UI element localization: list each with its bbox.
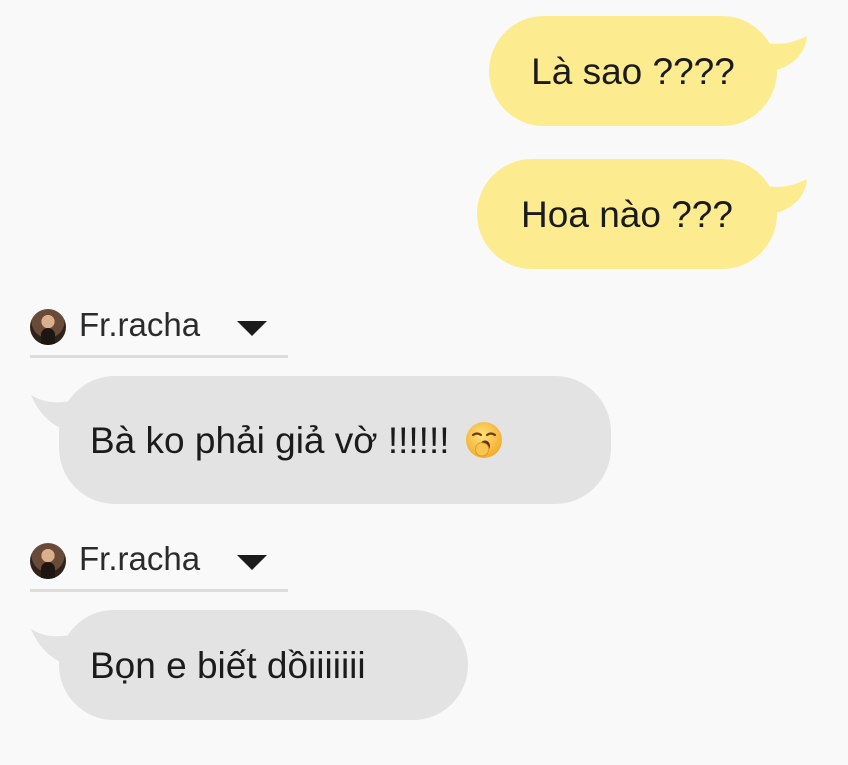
yawning-face-icon — [465, 422, 502, 458]
message-text: Bọn e biết dồiiiiiii — [90, 644, 366, 686]
avatar[interactable] — [30, 309, 66, 345]
message-text: Hoa nào ??? — [521, 193, 733, 235]
bubble-tail — [755, 36, 807, 72]
sender-name[interactable]: Fr.racha — [79, 542, 200, 575]
message-bubble-outgoing[interactable]: Hoa nào ??? — [477, 159, 777, 269]
message-bubble-incoming[interactable]: Bọn e biết dồiiiiiii — [59, 610, 468, 720]
sender-header[interactable]: Fr.racha — [30, 302, 288, 358]
message-text: Bà ko phải giả vờ !!!!!! — [90, 419, 450, 461]
sender-header[interactable]: Fr.racha — [30, 536, 288, 592]
message-bubble-incoming[interactable]: Bà ko phải giả vờ !!!!!! — [59, 376, 611, 504]
message-bubble-outgoing[interactable]: Là sao ???? — [489, 16, 777, 126]
bubble-tail — [755, 179, 807, 215]
avatar[interactable] — [30, 543, 66, 579]
message-text: Là sao ???? — [531, 50, 735, 92]
sender-name[interactable]: Fr.racha — [79, 308, 200, 341]
caret-down-icon[interactable] — [236, 320, 268, 338]
caret-down-icon[interactable] — [236, 554, 268, 572]
